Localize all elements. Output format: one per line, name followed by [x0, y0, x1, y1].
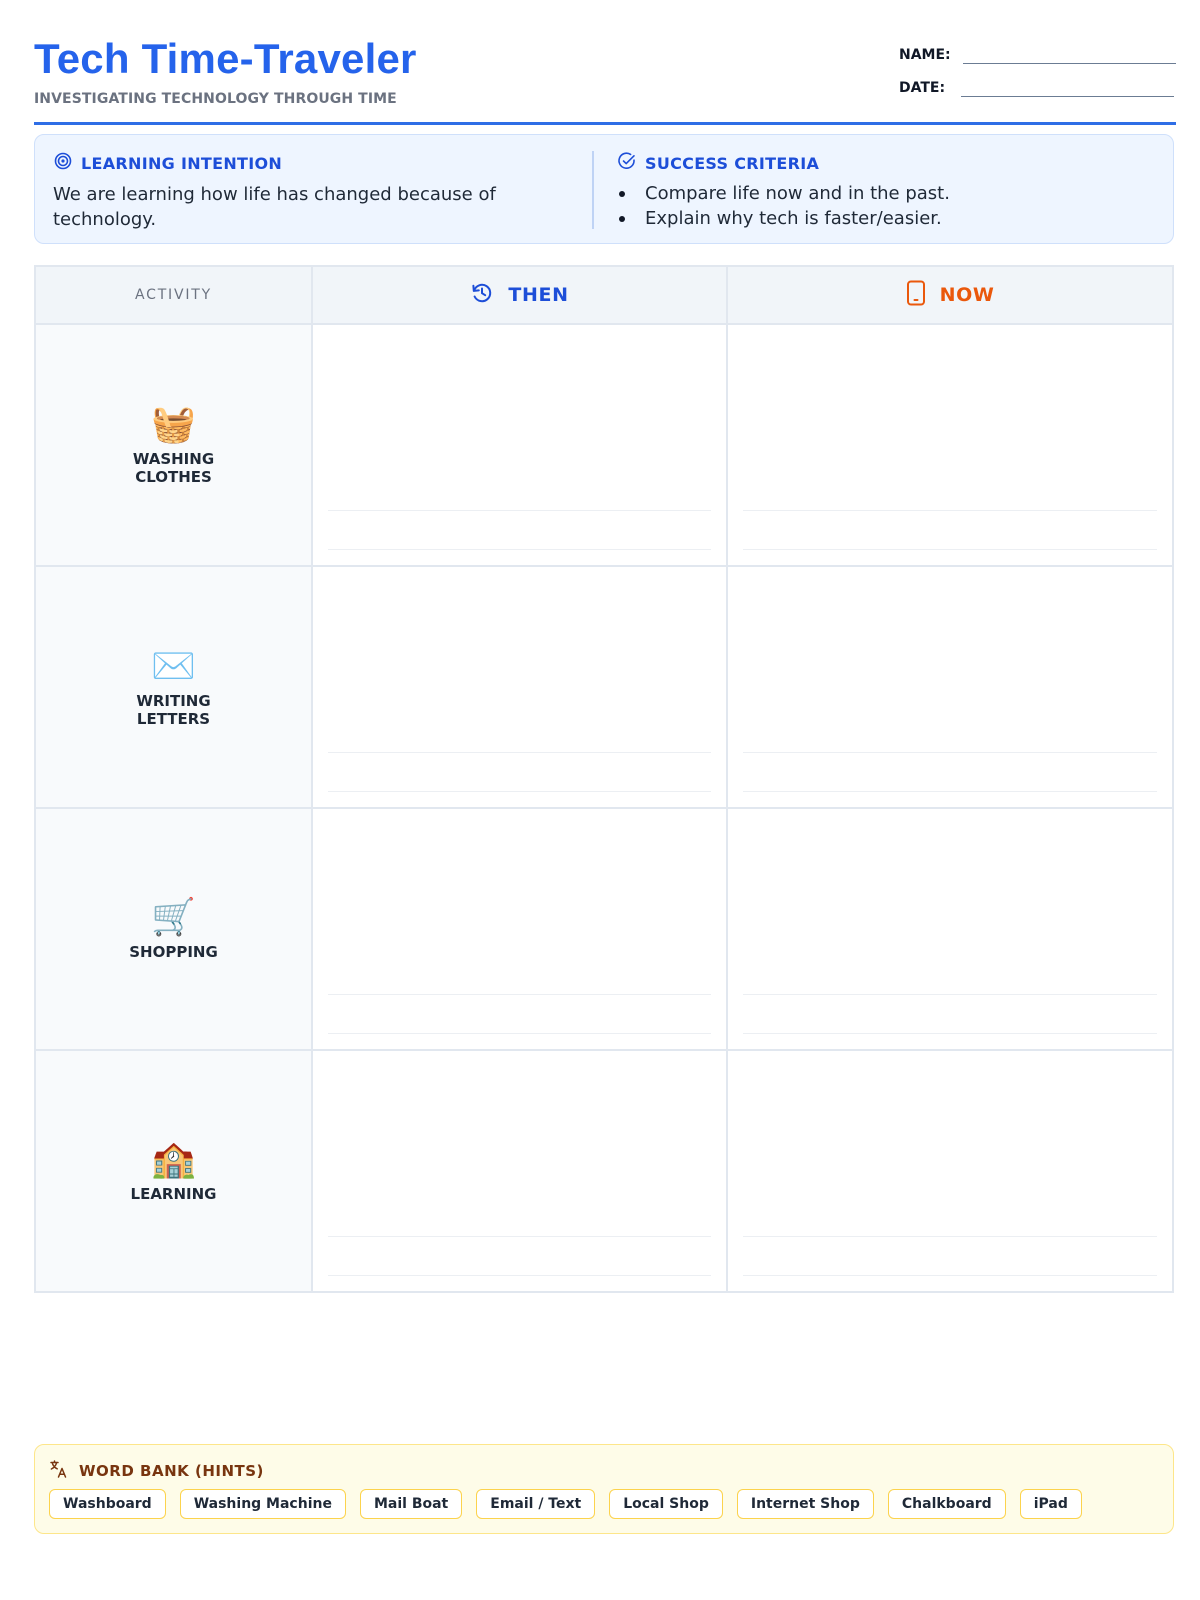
write-line: [743, 752, 1157, 753]
now-header-label: NOW: [939, 284, 995, 306]
target-icon: [53, 151, 73, 175]
word-chip: Washboard: [49, 1489, 166, 1519]
learning-goals-box: LEARNING INTENTION We are learning how l…: [34, 134, 1174, 244]
name-label: NAME:: [899, 47, 951, 63]
write-line: [328, 510, 711, 511]
table-header-row: ACTIVITY THEN NOW: [36, 267, 1172, 325]
write-line: [328, 994, 711, 995]
word-chip: Chalkboard: [887, 1489, 1006, 1519]
date-field: DATE:: [899, 79, 1175, 97]
word-chip: Washing Machine: [179, 1489, 346, 1519]
activity-cell: ✉️ WRITING LETTERS: [36, 567, 313, 807]
envelope-icon: ✉️: [151, 646, 196, 687]
activity-label: WASHING CLOTHES: [132, 450, 215, 486]
learning-intention-heading: LEARNING INTENTION: [53, 151, 573, 175]
table-row: 🛒 SHOPPING: [36, 809, 1172, 1051]
criteria-item: Compare life now and in the past.: [617, 181, 1137, 206]
success-criteria-list: Compare life now and in the past. Explai…: [617, 181, 1137, 231]
then-answer-cell[interactable]: [313, 1051, 728, 1291]
date-label: DATE:: [899, 80, 946, 96]
write-line: [743, 1275, 1157, 1276]
now-answer-cell[interactable]: [728, 1051, 1172, 1291]
criteria-item: Explain why tech is faster/easier.: [617, 206, 1137, 231]
write-line: [743, 549, 1157, 550]
write-line: [328, 1033, 711, 1034]
word-bank-title: WORD BANK (HINTS): [79, 1462, 264, 1480]
now-answer-cell[interactable]: [728, 809, 1172, 1049]
write-line: [743, 1236, 1157, 1237]
word-bank-heading: WORD BANK (HINTS): [49, 1459, 264, 1483]
success-criteria: SUCCESS CRITERIA Compare life now and in…: [617, 151, 1137, 231]
word-chip: Mail Boat: [359, 1489, 463, 1519]
word-chip: Internet Shop: [736, 1489, 874, 1519]
date-write-line[interactable]: [961, 80, 1175, 97]
basket-icon: 🧺: [151, 404, 196, 445]
now-column-header: NOW: [728, 267, 1172, 323]
page-subtitle: INVESTIGATING TECHNOLOGY THROUGH TIME: [34, 91, 397, 107]
table-row: 🏫 LEARNING: [36, 1051, 1172, 1291]
success-criteria-heading: SUCCESS CRITERIA: [617, 151, 1137, 175]
activity-label: WRITING LETTERS: [136, 692, 211, 728]
table-row: ✉️ WRITING LETTERS: [36, 567, 1172, 809]
word-chip: Email / Text: [476, 1489, 596, 1519]
learning-intention-text: We are learning how life has changed bec…: [53, 184, 496, 230]
goals-divider: [592, 151, 594, 229]
write-line: [328, 791, 711, 792]
shopping-cart-icon: 🛒: [151, 897, 196, 938]
activity-label: SHOPPING: [129, 943, 218, 961]
write-line: [743, 510, 1157, 511]
write-line: [743, 1033, 1157, 1034]
history-clock-icon: [470, 281, 494, 310]
word-chip: Local Shop: [609, 1489, 723, 1519]
check-circle-icon: [617, 151, 637, 175]
then-answer-cell[interactable]: [313, 325, 728, 565]
worksheet-page: Tech Time-Traveler INVESTIGATING TECHNOL…: [34, 30, 1176, 1570]
name-field: NAME:: [899, 46, 1176, 64]
translate-icon: [49, 1459, 69, 1483]
page-title: Tech Time-Traveler: [34, 35, 417, 82]
write-line: [328, 549, 711, 550]
activity-column-header: ACTIVITY: [36, 267, 313, 323]
then-column-header: THEN: [313, 267, 728, 323]
learning-intention-title: LEARNING INTENTION: [81, 153, 283, 173]
table-row: 🧺 WASHING CLOTHES: [36, 325, 1172, 567]
activity-label: LEARNING: [130, 1185, 217, 1203]
success-criteria-title: SUCCESS CRITERIA: [645, 153, 820, 173]
activity-cell: 🧺 WASHING CLOTHES: [36, 325, 313, 565]
word-bank-chips: Washboard Washing Machine Mail Boat Emai…: [49, 1489, 1082, 1519]
write-line: [743, 994, 1157, 995]
school-icon: 🏫: [151, 1139, 196, 1180]
learning-intention: LEARNING INTENTION We are learning how l…: [53, 151, 573, 232]
word-bank: WORD BANK (HINTS) Washboard Washing Mach…: [34, 1444, 1174, 1534]
then-answer-cell[interactable]: [313, 567, 728, 807]
smartphone-icon: [906, 280, 926, 311]
activity-cell: 🛒 SHOPPING: [36, 809, 313, 1049]
write-line: [328, 1236, 711, 1237]
then-answer-cell[interactable]: [313, 809, 728, 1049]
now-answer-cell[interactable]: [728, 325, 1172, 565]
activity-cell: 🏫 LEARNING: [36, 1051, 313, 1291]
name-write-line[interactable]: [962, 47, 1176, 64]
word-chip: iPad: [1019, 1489, 1082, 1519]
worksheet-header: Tech Time-Traveler INVESTIGATING TECHNOL…: [34, 30, 1176, 125]
write-line: [328, 1275, 711, 1276]
now-answer-cell[interactable]: [728, 567, 1172, 807]
then-header-label: THEN: [508, 284, 569, 306]
then-now-table: ACTIVITY THEN NOW 🧺 WASHING CLOTHES ✉️ W…: [34, 265, 1174, 1293]
write-line: [743, 791, 1157, 792]
write-line: [328, 752, 711, 753]
